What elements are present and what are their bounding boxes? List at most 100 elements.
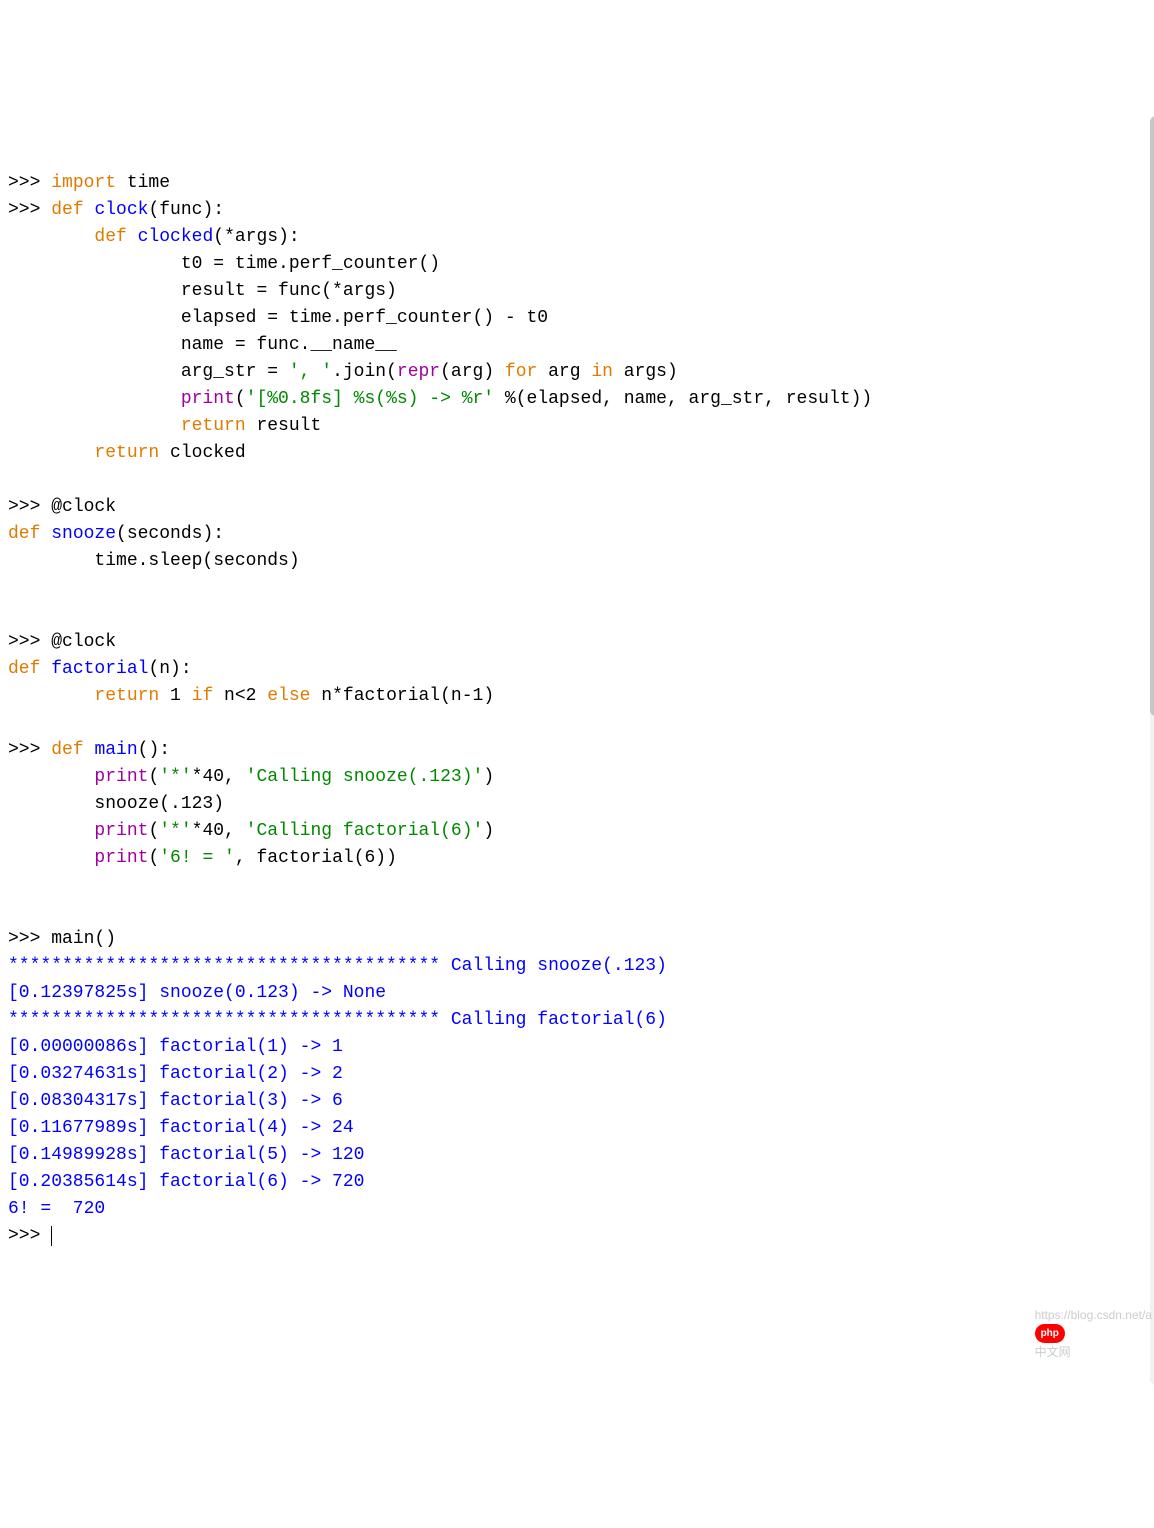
token-default: n<2 <box>213 686 267 706</box>
token-builtin: print <box>94 821 148 841</box>
token-default: snooze(.123) <box>8 794 224 814</box>
token-keyword: def <box>8 659 40 679</box>
code-line: print('*'*40, 'Calling factorial(6)') <box>8 818 1154 845</box>
code-line: def clocked(*args): <box>8 224 1154 251</box>
code-line: print('[%0.8fs] %s(%s) -> %r' %(elapsed,… <box>8 386 1154 413</box>
token-default: n*factorial(n-1) <box>310 686 494 706</box>
code-line: >>> @clock <box>8 494 1154 521</box>
code-area[interactable]: >>> import time>>> def clock(func): def … <box>8 170 1154 1250</box>
token-default: (): <box>138 740 170 760</box>
token-builtin: print <box>94 848 148 868</box>
code-line <box>8 710 1154 737</box>
token-keyword: def <box>94 227 126 247</box>
code-line: ****************************************… <box>8 1007 1154 1034</box>
code-line: def factorial(n): <box>8 656 1154 683</box>
token-default <box>127 227 138 247</box>
code-line <box>8 602 1154 629</box>
code-line <box>8 575 1154 602</box>
token-output: [0.11677989s] factorial(4) -> 24 <box>8 1118 354 1138</box>
token-default: main() <box>51 929 116 949</box>
token-keyword: def <box>8 524 40 544</box>
token-prompt: >>> <box>8 740 51 760</box>
token-prompt: >>> <box>8 497 51 517</box>
token-string: 'Calling factorial(6)' <box>246 821 484 841</box>
token-funcname: snooze <box>51 524 116 544</box>
code-line: print('*'*40, 'Calling snooze(.123)') <box>8 764 1154 791</box>
code-line: arg_str = ', '.join(repr(arg) for arg in… <box>8 359 1154 386</box>
code-line: [0.03274631s] factorial(2) -> 2 <box>8 1061 1154 1088</box>
token-output: [0.14989928s] factorial(5) -> 120 <box>8 1145 364 1165</box>
token-default: arg_str = <box>8 362 289 382</box>
watermark-url: https://blog.csdn.net/a <box>1035 1308 1152 1322</box>
token-default: result = func(*args) <box>8 281 397 301</box>
cursor-icon <box>51 1226 52 1246</box>
token-prompt: >>> <box>8 173 51 193</box>
token-default: @clock <box>51 632 116 652</box>
token-prompt: >>> <box>8 1226 51 1246</box>
code-line: [0.08304317s] factorial(3) -> 6 <box>8 1088 1154 1115</box>
token-default: t0 = time.perf_counter() <box>8 254 440 274</box>
code-line: return result <box>8 413 1154 440</box>
token-output: [0.00000086s] factorial(1) -> 1 <box>8 1037 343 1057</box>
code-line: result = func(*args) <box>8 278 1154 305</box>
token-default <box>8 227 94 247</box>
token-default: (*args): <box>213 227 299 247</box>
token-default: (arg) <box>440 362 505 382</box>
token-default: ( <box>235 389 246 409</box>
token-funcname: main <box>94 740 137 760</box>
token-default: result <box>246 416 322 436</box>
token-default: arg <box>537 362 591 382</box>
token-default: elapsed = time.perf_counter() - t0 <box>8 308 548 328</box>
token-builtin: print <box>94 767 148 787</box>
token-default: ) <box>483 821 494 841</box>
token-default: *40, <box>192 767 246 787</box>
token-builtin: print <box>181 389 235 409</box>
token-default: , factorial(6)) <box>235 848 397 868</box>
code-line: [0.14989928s] factorial(5) -> 120 <box>8 1142 1154 1169</box>
token-default <box>8 389 181 409</box>
token-default <box>8 686 94 706</box>
scrollbar-track[interactable] <box>1150 116 1154 1385</box>
code-line: return 1 if n<2 else n*factorial(n-1) <box>8 683 1154 710</box>
code-line: time.sleep(seconds) <box>8 548 1154 575</box>
token-default: (seconds): <box>116 524 224 544</box>
token-string: ', ' <box>289 362 332 382</box>
token-default <box>40 659 51 679</box>
token-prompt: >>> <box>8 632 51 652</box>
watermark: https://blog.csdn.net/a php 中文网 <box>1021 1288 1152 1379</box>
token-output: ****************************************… <box>8 1010 667 1030</box>
token-funcname: factorial <box>51 659 148 679</box>
token-keyword: return <box>94 686 159 706</box>
token-keyword: return <box>94 443 159 463</box>
token-string: 'Calling snooze(.123)' <box>246 767 484 787</box>
token-output: [0.20385614s] factorial(6) -> 720 <box>8 1172 364 1192</box>
token-default <box>84 740 95 760</box>
token-keyword: def <box>51 200 83 220</box>
token-default: @clock <box>51 497 116 517</box>
scrollbar-thumb[interactable] <box>1150 116 1154 716</box>
token-default <box>8 848 94 868</box>
code-line: elapsed = time.perf_counter() - t0 <box>8 305 1154 332</box>
token-output: ****************************************… <box>8 956 667 976</box>
code-line <box>8 899 1154 926</box>
token-string: '*' <box>159 821 191 841</box>
watermark-text: 中文网 <box>1035 1345 1071 1359</box>
token-default <box>8 767 94 787</box>
token-prompt: >>> <box>8 200 51 220</box>
token-default <box>84 200 95 220</box>
token-default <box>8 902 94 922</box>
token-string: '6! = ' <box>159 848 235 868</box>
token-default <box>8 821 94 841</box>
token-keyword: in <box>591 362 613 382</box>
token-default: ( <box>148 848 159 868</box>
token-default: .join( <box>332 362 397 382</box>
python-repl-container: >>> import time>>> def clock(func): def … <box>8 116 1154 1385</box>
code-line <box>8 872 1154 899</box>
code-line: return clocked <box>8 440 1154 467</box>
token-default <box>8 416 181 436</box>
token-default: *40, <box>192 821 246 841</box>
code-line: snooze(.123) <box>8 791 1154 818</box>
token-keyword: else <box>267 686 310 706</box>
token-default: clocked <box>159 443 245 463</box>
token-keyword: import <box>51 173 116 193</box>
